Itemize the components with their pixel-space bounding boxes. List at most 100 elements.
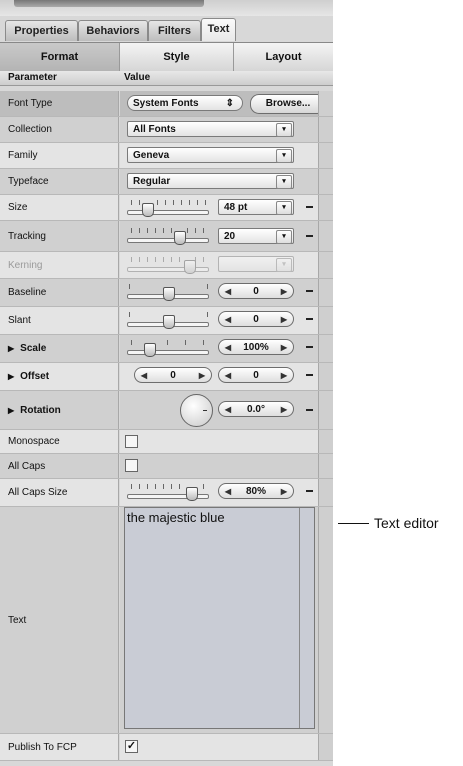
slider-thumb[interactable]	[163, 287, 175, 301]
subtab-style[interactable]: Style	[120, 43, 234, 71]
step-right-icon[interactable]: ▶	[277, 484, 291, 500]
keyframe-dash-icon[interactable]	[306, 206, 313, 208]
scrollbar-track[interactable]	[318, 195, 333, 220]
all-caps-checkbox[interactable]	[125, 459, 138, 472]
keyframe-dash-icon[interactable]	[306, 290, 313, 292]
baseline-stepper[interactable]: ◀ 0 ▶	[218, 283, 294, 299]
scrollbar-track[interactable]	[318, 335, 333, 362]
slider-thumb[interactable]	[174, 231, 186, 245]
slider-thumb[interactable]	[142, 203, 154, 217]
size-field[interactable]: 48 pt ▾	[218, 199, 294, 215]
offset-value: ◀ 0 ▶ ◀ 0 ▶	[120, 363, 319, 390]
rotation-stepper[interactable]: ◀ 0.0° ▶	[218, 401, 294, 417]
text-label: Text	[0, 507, 119, 733]
disclosure-triangle-icon[interactable]: ▶	[8, 406, 14, 415]
scale-slider[interactable]	[127, 339, 209, 357]
offset-label[interactable]: ▶ Offset	[0, 363, 119, 390]
step-left-icon[interactable]: ◀	[221, 340, 235, 356]
scale-label-text: Scale	[20, 343, 47, 354]
panel-top-strip	[0, 0, 333, 16]
keyframe-dash-icon[interactable]	[306, 409, 313, 411]
slant-text: 0	[253, 314, 259, 325]
typeface-dropdown[interactable]: Regular ▾	[127, 173, 294, 189]
scrollbar-track[interactable]	[318, 143, 333, 168]
tab-filters[interactable]: Filters	[148, 20, 201, 41]
size-slider[interactable]	[127, 199, 209, 217]
all-caps-size-stepper[interactable]: ◀ 80% ▶	[218, 483, 294, 499]
scrollbar-track[interactable]	[318, 252, 333, 278]
step-left-icon[interactable]: ◀	[137, 368, 151, 384]
offset-x-stepper[interactable]: ◀ 0 ▶	[134, 367, 212, 383]
scrollbar-track[interactable]	[318, 307, 333, 334]
scale-label[interactable]: ▶ Scale	[0, 335, 119, 362]
collection-dropdown[interactable]: All Fonts ▾	[127, 121, 294, 137]
step-left-icon[interactable]: ◀	[221, 368, 235, 384]
all-caps-label: All Caps	[0, 454, 119, 478]
step-right-icon[interactable]: ▶	[195, 368, 209, 384]
browse-button[interactable]: Browse...	[250, 94, 326, 114]
inspector-panel: Properties Behaviors Filters Text Format…	[0, 0, 333, 766]
disclosure-triangle-icon[interactable]: ▶	[8, 372, 14, 381]
font-type-popup-text: System Fonts	[133, 98, 199, 109]
scale-stepper[interactable]: ◀ 100% ▶	[218, 339, 294, 355]
subtab-format[interactable]: Format	[0, 43, 120, 71]
publish-label: Publish To FCP	[0, 734, 119, 760]
dropdown-arrow-icon: ▾	[276, 258, 292, 272]
rotation-text: 0.0°	[247, 404, 265, 415]
slider-thumb[interactable]	[144, 343, 156, 357]
step-right-icon[interactable]: ▶	[277, 368, 291, 384]
scrollbar-track[interactable]	[318, 279, 333, 306]
font-type-popup[interactable]: System Fonts ⇕	[127, 95, 243, 111]
scrollbar-track[interactable]	[318, 169, 333, 194]
step-left-icon[interactable]: ◀	[221, 284, 235, 300]
scrollbar-track[interactable]	[318, 91, 333, 116]
tab-behaviors[interactable]: Behaviors	[78, 20, 148, 41]
keyframe-dash-icon[interactable]	[306, 346, 313, 348]
step-right-icon[interactable]: ▶	[277, 284, 291, 300]
step-right-icon[interactable]: ▶	[277, 340, 291, 356]
scrollbar-track[interactable]	[318, 454, 333, 478]
slant-stepper[interactable]: ◀ 0 ▶	[218, 311, 294, 327]
all-caps-size-text: 80%	[245, 486, 266, 497]
publish-checkbox[interactable]: ✓	[125, 740, 138, 753]
step-right-icon[interactable]: ▶	[277, 402, 291, 418]
disclosure-triangle-icon[interactable]: ▶	[8, 344, 14, 353]
tab-text[interactable]: Text	[201, 18, 236, 41]
scrollbar-track[interactable]	[318, 479, 333, 506]
keyframe-dash-icon[interactable]	[306, 318, 313, 320]
scrollbar-track[interactable]	[318, 117, 333, 142]
scrollbar-track[interactable]	[318, 507, 333, 733]
step-left-icon[interactable]: ◀	[221, 312, 235, 328]
scrollbar-track[interactable]	[318, 734, 333, 760]
step-left-icon[interactable]: ◀	[221, 402, 235, 418]
keyframe-dash-icon[interactable]	[306, 490, 313, 492]
slider-thumb[interactable]	[163, 315, 175, 329]
subtab-layout[interactable]: Layout	[234, 43, 333, 71]
typeface-label: Typeface	[0, 169, 119, 194]
offset-y-stepper[interactable]: ◀ 0 ▶	[218, 367, 294, 383]
slider-thumb[interactable]	[186, 487, 198, 501]
keyframe-dash-icon[interactable]	[306, 374, 313, 376]
monospace-checkbox[interactable]	[125, 435, 138, 448]
step-left-icon[interactable]: ◀	[221, 484, 235, 500]
scrollbar-track[interactable]	[318, 430, 333, 453]
scrollbar-track[interactable]	[318, 391, 333, 429]
tab-properties[interactable]: Properties	[5, 20, 78, 41]
text-editor-scrollbar[interactable]	[299, 508, 314, 728]
text-editor[interactable]: the majestic blue	[124, 507, 315, 729]
keyframe-dash-icon[interactable]	[306, 235, 313, 237]
scrollbar-track[interactable]	[318, 363, 333, 390]
rotation-dial[interactable]	[180, 394, 213, 427]
row-text: Text the majestic blue	[0, 507, 333, 734]
step-right-icon[interactable]: ▶	[277, 312, 291, 328]
slant-slider[interactable]	[127, 311, 209, 329]
rotation-label[interactable]: ▶ Rotation	[0, 391, 119, 429]
tracking-slider[interactable]	[127, 227, 209, 245]
all-caps-size-slider[interactable]	[127, 483, 209, 501]
tracking-field[interactable]: 20 ▾	[218, 228, 294, 244]
family-dropdown[interactable]: Geneva ▾	[127, 147, 294, 163]
baseline-slider[interactable]	[127, 283, 209, 301]
kerning-slider	[127, 256, 209, 274]
row-monospace: Monospace	[0, 430, 333, 454]
scrollbar-track[interactable]	[318, 221, 333, 251]
